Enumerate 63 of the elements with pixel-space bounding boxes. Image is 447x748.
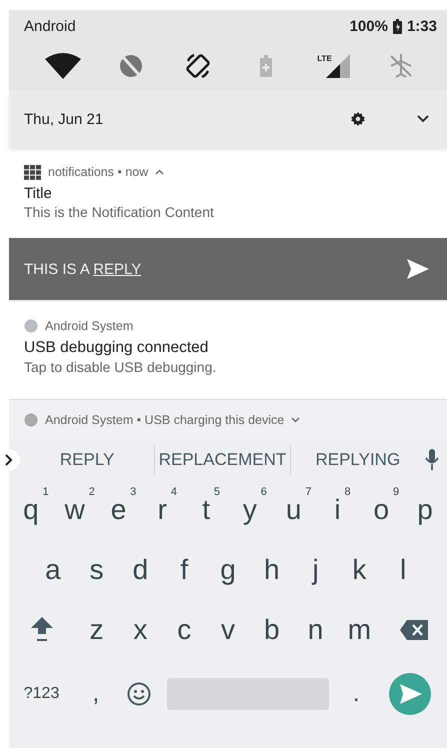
reply-text: THIS IS A REPLY <box>24 260 142 278</box>
key-hint: 9 <box>392 486 400 498</box>
do-not-disturb-icon[interactable] <box>118 53 144 79</box>
key[interactable]: b <box>264 614 280 646</box>
app-grid-icon <box>24 164 41 180</box>
carrier-name: Android <box>24 18 76 34</box>
key[interactable]: v <box>220 614 235 646</box>
key[interactable]: p <box>417 494 433 526</box>
notification-header: notifications • now <box>48 165 148 179</box>
key[interactable]: c <box>177 614 192 646</box>
key-hint: 7 <box>305 486 312 498</box>
punctuation-key[interactable]: , <box>88 680 104 708</box>
key[interactable]: l <box>400 554 406 586</box>
key-hint: 4 <box>170 486 177 498</box>
expand-icon[interactable] <box>417 115 429 123</box>
clock: 1:33 <box>406 18 437 34</box>
app-dot-icon <box>24 319 38 333</box>
notification-title: Title <box>24 185 53 202</box>
key-hint: 8 <box>344 486 351 498</box>
key[interactable]: d <box>132 554 148 586</box>
key[interactable]: g <box>220 554 236 586</box>
microphone-icon[interactable] <box>424 449 439 471</box>
notification-text: Tap to disable USB debugging. <box>24 359 218 375</box>
key-hint: 2 <box>88 486 95 498</box>
network-type-label: LTE <box>317 54 332 63</box>
key-hint: 1 <box>42 486 49 498</box>
emoji-icon[interactable] <box>127 682 152 706</box>
key[interactable]: h <box>264 554 280 586</box>
key-hint: 3 <box>130 486 136 498</box>
key[interactable]: j <box>312 554 319 586</box>
key[interactable]: x <box>133 614 148 646</box>
collapse-icon[interactable] <box>155 169 164 175</box>
backspace-icon[interactable] <box>400 620 428 640</box>
notification-header: Android System • USB charging this device <box>45 413 284 427</box>
settings-icon[interactable] <box>351 112 365 126</box>
date-label: Thu, Jun 21 <box>24 110 104 128</box>
suggestion[interactable]: REPLACEMENT <box>155 450 290 470</box>
key[interactable]: f <box>180 554 188 586</box>
wifi-icon[interactable] <box>44 53 81 79</box>
key-hint: 5 <box>214 486 220 498</box>
key[interactable]: k <box>352 554 366 586</box>
symbols-key[interactable]: ?123 <box>24 685 60 703</box>
collapsed-notification[interactable]: Android System • USB charging this device <box>9 399 447 440</box>
app-dot-icon <box>24 413 38 427</box>
key[interactable]: m <box>348 614 372 646</box>
key[interactable]: z <box>90 614 104 646</box>
send-button[interactable] <box>389 673 432 715</box>
punctuation-key[interactable]: . <box>348 680 364 708</box>
battery-percent: 100% <box>350 18 388 34</box>
send-icon[interactable] <box>407 259 429 279</box>
notification-header: Android System <box>45 319 134 333</box>
auto-rotate-icon[interactable] <box>184 52 212 80</box>
suggestion[interactable]: REPLYING <box>290 450 425 470</box>
expand-icon[interactable] <box>291 417 300 423</box>
key-hint: 6 <box>260 486 267 498</box>
battery-icon <box>392 18 402 34</box>
key[interactable]: n <box>308 614 324 646</box>
key[interactable]: a <box>45 554 61 586</box>
shift-icon[interactable] <box>30 617 53 643</box>
notification-text: This is the Notification Content <box>24 204 215 220</box>
key[interactable]: s <box>90 554 104 586</box>
suggestion[interactable]: REPLY <box>20 450 154 470</box>
notification-title: USB debugging connected <box>24 339 210 357</box>
